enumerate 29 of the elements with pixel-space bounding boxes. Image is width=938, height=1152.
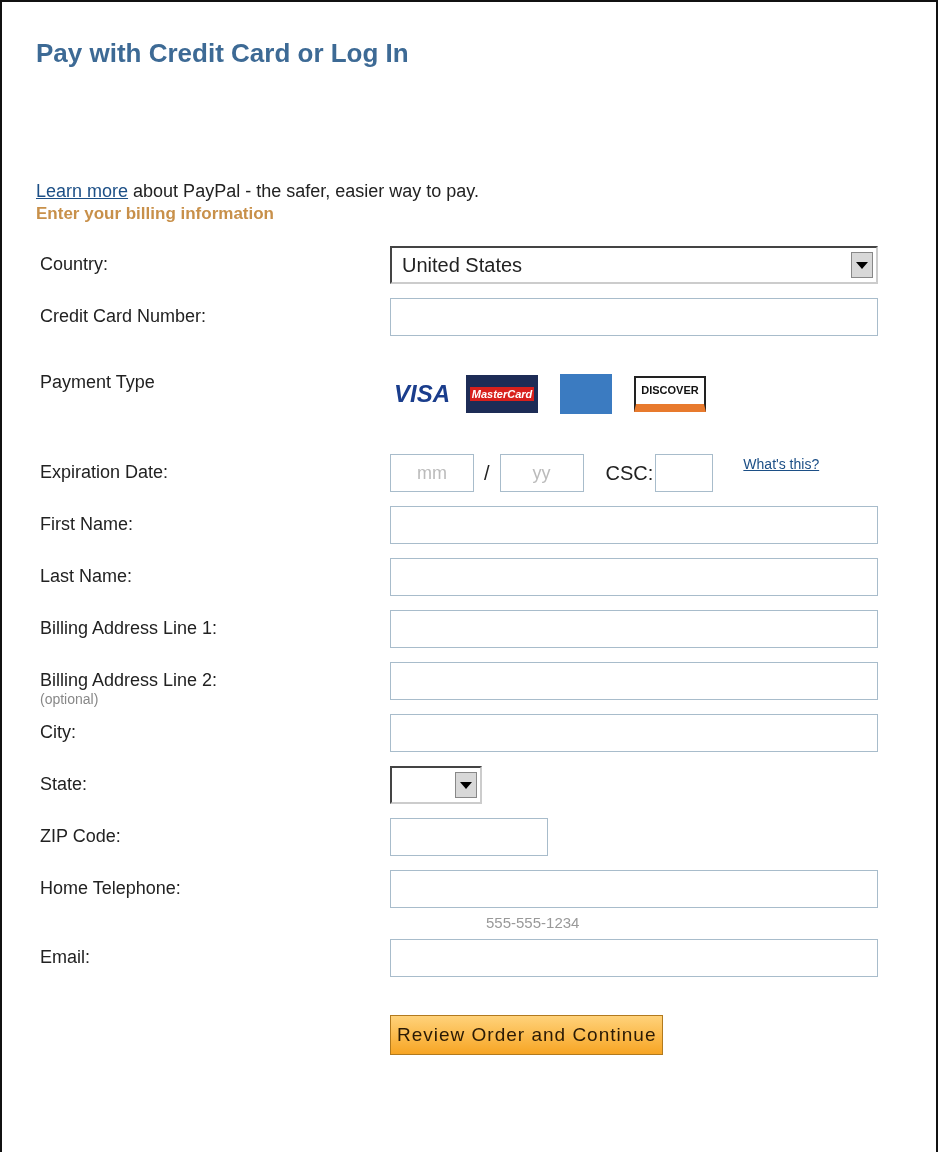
field-label: Last Name: xyxy=(40,565,133,587)
field-label: ZIP Code: xyxy=(40,825,121,847)
field-label: Payment Type xyxy=(40,371,155,393)
year-field[interactable]: yy xyxy=(499,454,584,492)
learn-more-link[interactable]: Learn more xyxy=(36,181,129,201)
mastercard-logo: MasterCard xyxy=(466,375,538,413)
field-label: Country: xyxy=(40,253,109,275)
intro-text: Learn more about PayPal - the safer, easier way to pay. xyxy=(36,181,480,202)
section-heading: Enter your billing information xyxy=(36,204,275,224)
discover-logo: DISCOVER xyxy=(634,376,706,412)
field-label: Home Telephone: xyxy=(40,877,181,899)
field-label: City: xyxy=(40,721,76,743)
field-label: Billing Address Line 1: xyxy=(40,617,218,639)
field-label: Billing Address Line 2: xyxy=(40,669,218,691)
field-label: State: xyxy=(40,773,88,795)
field-label: Email: xyxy=(40,946,90,968)
date-separator: / xyxy=(484,461,490,485)
optional-note: (optional) xyxy=(40,691,99,707)
help-link[interactable]: What's this? xyxy=(743,454,820,472)
page-title: Pay with Credit Card or Log In xyxy=(36,38,410,69)
field-label: Credit Card Number: xyxy=(40,305,207,327)
review-order-button[interactable]: Review Order and Continue xyxy=(390,1015,664,1055)
country-dropdown[interactable]: United States xyxy=(390,246,878,284)
month-field[interactable]: mm xyxy=(390,454,474,492)
field-label: Expiration Date: xyxy=(40,461,169,483)
field-label: First Name: xyxy=(40,513,133,535)
csc-label: CSC: xyxy=(605,461,654,485)
visa-logo: VISA xyxy=(393,380,451,408)
format-hint: 555-555-1234 xyxy=(485,913,581,933)
